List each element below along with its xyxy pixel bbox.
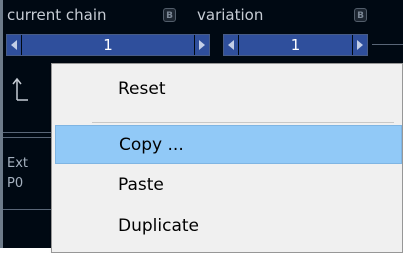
side-text-p0: P0 bbox=[7, 176, 24, 191]
divider-line bbox=[372, 44, 403, 45]
menu-item-copy[interactable]: Copy ... bbox=[55, 125, 402, 164]
menu-item-label: Reset bbox=[118, 79, 166, 99]
arrow-right-icon bbox=[199, 40, 205, 50]
menu-item-paste[interactable]: Paste bbox=[55, 166, 402, 205]
menu-separator bbox=[92, 122, 394, 123]
chain-increment-button[interactable] bbox=[194, 35, 209, 55]
current-chain-label: current chain bbox=[7, 6, 107, 24]
menu-item-label: Paste bbox=[118, 175, 164, 195]
menu-item-duplicate[interactable]: Duplicate bbox=[55, 207, 402, 246]
context-menu: Reset Copy ... Paste Duplicate bbox=[51, 63, 403, 253]
menu-item-label: Duplicate bbox=[118, 216, 199, 236]
arrow-right-icon bbox=[357, 40, 363, 50]
chain-decrement-button[interactable] bbox=[7, 35, 22, 55]
arrow-left-icon bbox=[11, 40, 17, 50]
side-text-ext: Ext bbox=[7, 156, 29, 171]
variation-label: variation bbox=[197, 6, 264, 24]
variation-increment-button[interactable] bbox=[352, 35, 367, 55]
up-arrow-icon[interactable] bbox=[12, 76, 30, 102]
chain-b-badge[interactable]: B bbox=[163, 8, 176, 22]
arrow-left-icon bbox=[228, 40, 234, 50]
variation-spinner: 1 bbox=[223, 34, 368, 56]
menu-item-reset[interactable]: Reset bbox=[55, 70, 402, 109]
variation-decrement-button[interactable] bbox=[224, 35, 239, 55]
current-chain-value[interactable]: 1 bbox=[21, 35, 195, 55]
current-chain-spinner: 1 bbox=[6, 34, 210, 56]
menu-item-label: Copy ... bbox=[119, 135, 184, 155]
variation-b-badge[interactable]: B bbox=[354, 8, 367, 22]
variation-value[interactable]: 1 bbox=[238, 35, 353, 55]
